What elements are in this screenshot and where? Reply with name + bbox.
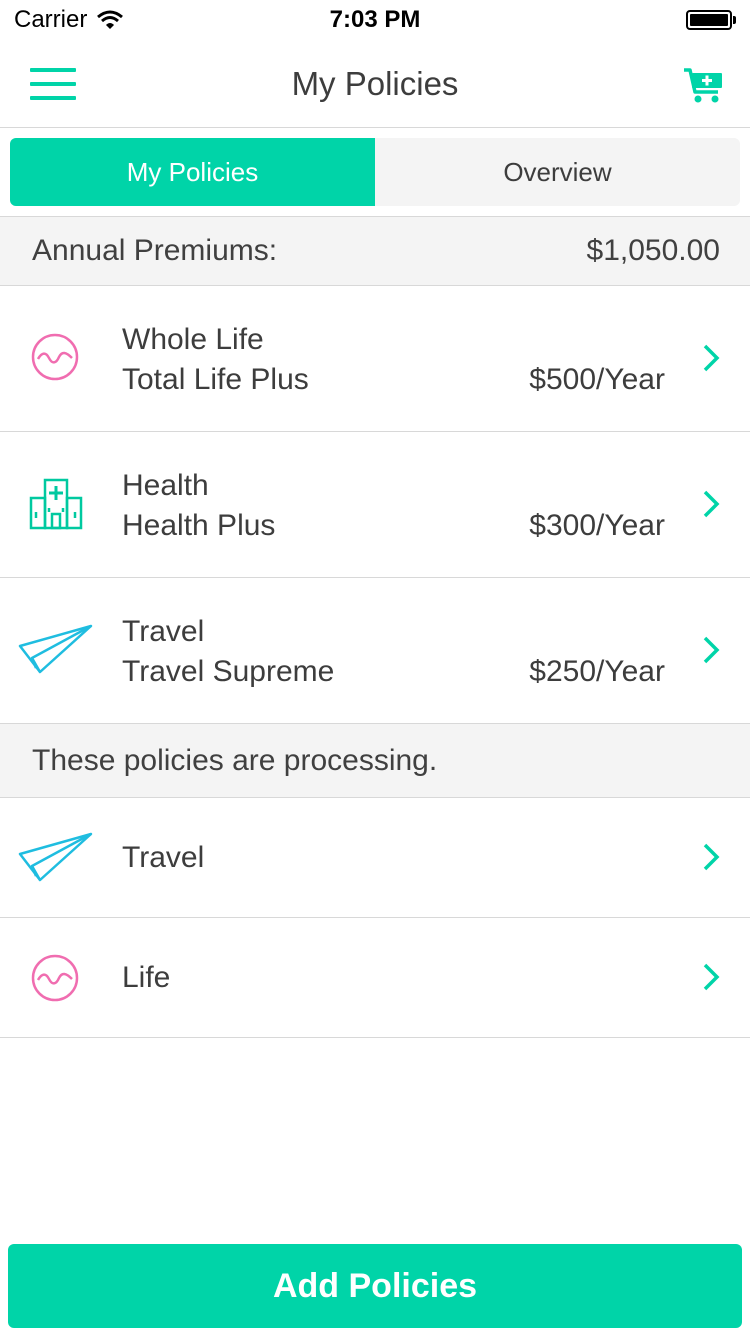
- tab-my-policies[interactable]: My Policies: [10, 138, 375, 206]
- menu-icon[interactable]: [30, 68, 76, 100]
- processing-label: Travel: [122, 841, 205, 874]
- processing-row-life[interactable]: Life: [0, 918, 750, 1038]
- status-bar: Carrier 7:03 PM: [0, 0, 750, 40]
- processing-row-travel[interactable]: Travel: [0, 798, 750, 918]
- paper-plane-icon: [18, 624, 93, 674]
- add-to-cart-icon[interactable]: [682, 66, 726, 106]
- chevron-right-icon: [703, 344, 720, 372]
- chevron-right-icon: [703, 636, 720, 664]
- policy-type: Travel: [122, 615, 205, 648]
- policy-plan: Travel Supreme: [122, 655, 335, 688]
- tab-overview[interactable]: Overview: [375, 138, 740, 206]
- life-wave-icon: [31, 954, 79, 1002]
- policy-plan: Health Plus: [122, 509, 276, 542]
- policy-plan: Total Life Plus: [122, 363, 309, 396]
- processing-header-label: These policies are processing.: [32, 743, 438, 777]
- policy-type: Whole Life: [122, 323, 264, 356]
- page-title: My Policies: [291, 64, 459, 102]
- policy-price: $500/Year: [529, 363, 665, 396]
- policy-price: $300/Year: [529, 509, 665, 542]
- chevron-right-icon: [703, 843, 720, 871]
- policy-type: Health: [122, 469, 209, 502]
- chevron-right-icon: [703, 963, 720, 991]
- wifi-icon: [97, 10, 124, 29]
- screen: Carrier 7:03 PM My Policies My Policies …: [0, 0, 750, 1334]
- status-left: Carrier: [14, 6, 124, 34]
- annual-premiums-header: Annual Premiums: $1,050.00: [0, 216, 750, 286]
- life-wave-icon: [31, 333, 79, 381]
- navigation-bar: My Policies: [0, 40, 750, 128]
- annual-premiums-label: Annual Premiums:: [32, 234, 278, 267]
- policy-row-whole-life[interactable]: Whole Life Total Life Plus $500/Year: [0, 286, 750, 432]
- chevron-right-icon: [703, 490, 720, 518]
- battery-icon: [686, 10, 736, 30]
- processing-header: These policies are processing.: [0, 723, 750, 798]
- policy-price: $250/Year: [529, 655, 665, 688]
- add-policies-button[interactable]: Add Policies: [8, 1244, 742, 1328]
- hospital-icon: [29, 478, 83, 530]
- policy-row-travel[interactable]: Travel Travel Supreme $250/Year: [0, 578, 750, 724]
- processing-label: Life: [122, 961, 171, 994]
- segmented-control: My Policies Overview: [10, 138, 740, 206]
- policy-row-health[interactable]: Health Health Plus $300/Year: [0, 432, 750, 578]
- paper-plane-icon: [18, 832, 93, 882]
- annual-premiums-amount: $1,050.00: [586, 234, 720, 267]
- carrier-label: Carrier: [14, 6, 88, 33]
